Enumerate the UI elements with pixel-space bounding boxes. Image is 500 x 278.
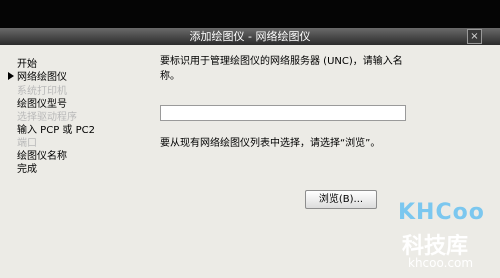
browse-button[interactable]: 浏览(B)... xyxy=(305,190,377,209)
title-bar[interactable]: 添加绘图仪 - 网络绘图仪 × xyxy=(0,28,500,45)
watermark: KHCoo 科技库 khcoo.com xyxy=(398,200,492,274)
window-top-band xyxy=(0,0,500,28)
wizard-steps: 开始 网络绘图仪 系统打印机 绘图仪型号 选择驱动程序 输入 PCP 或 PC2… xyxy=(0,45,150,278)
server-prompt-line-2: 称。 xyxy=(160,71,180,82)
close-icon[interactable]: × xyxy=(467,29,482,44)
current-step-arrow-icon xyxy=(8,72,14,80)
network-server-input[interactable] xyxy=(160,105,406,121)
watermark-logo: KHCoo xyxy=(398,200,485,225)
window-title: 添加绘图仪 - 网络绘图仪 xyxy=(189,30,311,43)
watermark-url: khcoo.com xyxy=(408,256,474,270)
step-network-plotter: 网络绘图仪 xyxy=(17,72,67,83)
add-plotter-window: 添加绘图仪 - 网络绘图仪 × 开始 网络绘图仪 系统打印机 绘图仪型号 选择驱… xyxy=(0,0,500,278)
step-finish: 完成 xyxy=(17,164,37,175)
browse-hint: 要从现有网络绘图仪列表中选择，请选择“浏览”。 xyxy=(160,138,381,149)
server-prompt-line-1: 要标识用于管理绘图仪的网络服务器 (UNC)，请输入名 xyxy=(160,56,403,67)
